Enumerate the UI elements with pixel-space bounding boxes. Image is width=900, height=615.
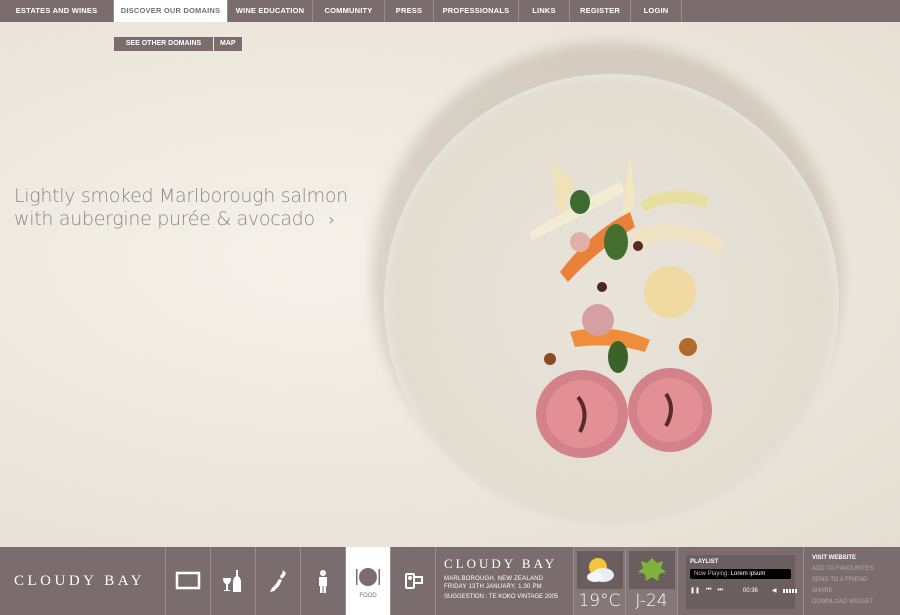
- grape-leaf-icon: [637, 558, 666, 581]
- wine-button[interactable]: [211, 547, 256, 615]
- nav-wine-education[interactable]: WINE EDUCATION: [228, 0, 313, 22]
- hero-image-area: Lightly smoked Marlborough salmon with a…: [0, 22, 900, 547]
- partly-cloudy-icon: [586, 558, 614, 582]
- salmon-dish-illustration: [530, 152, 725, 458]
- info-title: CLOUDY BAY: [444, 556, 558, 571]
- salmon-portions: [536, 368, 712, 458]
- weather-widget: 19°C: [574, 547, 626, 615]
- pause-icon[interactable]: ❚❚: [690, 587, 700, 594]
- playlist-title: PLAYLIST: [690, 559, 719, 565]
- food-plate-icon: [356, 567, 380, 586]
- visit-website-link[interactable]: VISIT WEBSITE: [812, 555, 900, 561]
- new-zealand-map-icon: [270, 570, 286, 592]
- wine-bottle-glass-icon: [223, 570, 241, 592]
- nav-professionals[interactable]: PROFESSIONALS: [434, 0, 519, 22]
- new-zealand-button[interactable]: [256, 547, 301, 615]
- monitor-button[interactable]: [166, 547, 211, 615]
- previous-icon[interactable]: ⏮: [706, 587, 711, 594]
- sub-navigation: SEE OTHER DOMAINS MAP: [114, 37, 243, 51]
- brand-logo[interactable]: CLOUDY BAY: [0, 547, 166, 615]
- widget-links: VISIT WEBSITE ADD TO FAVOURITES SEND TO …: [804, 547, 900, 615]
- dish-caption-line2: with aubergine purée & avocado: [14, 208, 315, 230]
- person-icon: [319, 570, 327, 593]
- nav-community[interactable]: COMMUNITY: [313, 0, 385, 22]
- info-suggestion: SUGGESTION : TE KOKO VINTAGE 2005: [444, 594, 559, 600]
- volume-icon[interactable]: ◀: [772, 587, 777, 594]
- now-playing-label: Now Playing:: [694, 571, 730, 577]
- dish-caption: Lightly smoked Marlborough salmon with a…: [14, 185, 348, 231]
- info-location: MARLBOROUGH, NEW ZEALAND: [444, 576, 544, 582]
- bottom-bar: CLOUDY BAY FOOD CLOUDY BAY MARLBOROUGH, …: [0, 547, 900, 615]
- nav-discover-our-domains[interactable]: DISCOVER OUR DOMAINS: [114, 0, 228, 22]
- nav-estates-and-wines[interactable]: ESTATES AND WINES: [0, 0, 114, 22]
- nav-press[interactable]: PRESS: [385, 0, 434, 22]
- share-link[interactable]: SHARE: [812, 588, 900, 594]
- map-button[interactable]: MAP: [214, 37, 243, 51]
- video-button[interactable]: [391, 547, 436, 615]
- next-arrow-icon[interactable]: ›: [329, 208, 335, 231]
- location-info: CLOUDY BAY MARLBOROUGH, NEW ZEALAND FRID…: [436, 547, 574, 615]
- music-player: PLAYLIST Now Playing: Lorem ipsum ❚❚ ⏮ ⏭…: [678, 547, 804, 615]
- person-button[interactable]: [301, 547, 346, 615]
- nav-links[interactable]: LINKS: [519, 0, 570, 22]
- track-time: 00:36: [742, 587, 758, 594]
- download-widget-link[interactable]: DOWNLOAD WIDGET: [812, 599, 900, 605]
- nav-login[interactable]: LOGIN: [631, 0, 682, 22]
- nav-register[interactable]: REGISTER: [570, 0, 631, 22]
- dish-caption-line1: Lightly smoked Marlborough salmon: [14, 185, 348, 207]
- vegetable-garnish: [530, 152, 725, 373]
- video-camera-icon: [405, 573, 423, 589]
- countdown-widget: J-24: [626, 547, 678, 615]
- monitor-icon: [175, 571, 201, 590]
- send-to-friend-link[interactable]: SEND TO A FRIEND: [812, 577, 900, 583]
- food-label: FOOD: [359, 592, 377, 599]
- top-navigation: ESTATES AND WINES DISCOVER OUR DOMAINS W…: [0, 0, 900, 22]
- countdown-days: J-24: [635, 591, 668, 611]
- next-icon[interactable]: ⏭: [717, 587, 722, 594]
- track-name: Lorem ipsum: [730, 571, 766, 577]
- now-playing-display: Now Playing: Lorem ipsum: [690, 569, 791, 579]
- add-to-favourites-link[interactable]: ADD TO FAVOURITES: [812, 566, 900, 572]
- player-controls: ❚❚ ⏮ ⏭ 00:36 ◀: [690, 587, 797, 594]
- volume-level[interactable]: [782, 588, 797, 593]
- info-datetime: FRIDAY 13TH JANUARY, 1.30 PM: [444, 584, 542, 590]
- food-button[interactable]: FOOD: [346, 547, 391, 615]
- temperature: 19°C: [578, 591, 621, 611]
- see-other-domains-button[interactable]: SEE OTHER DOMAINS: [114, 37, 214, 51]
